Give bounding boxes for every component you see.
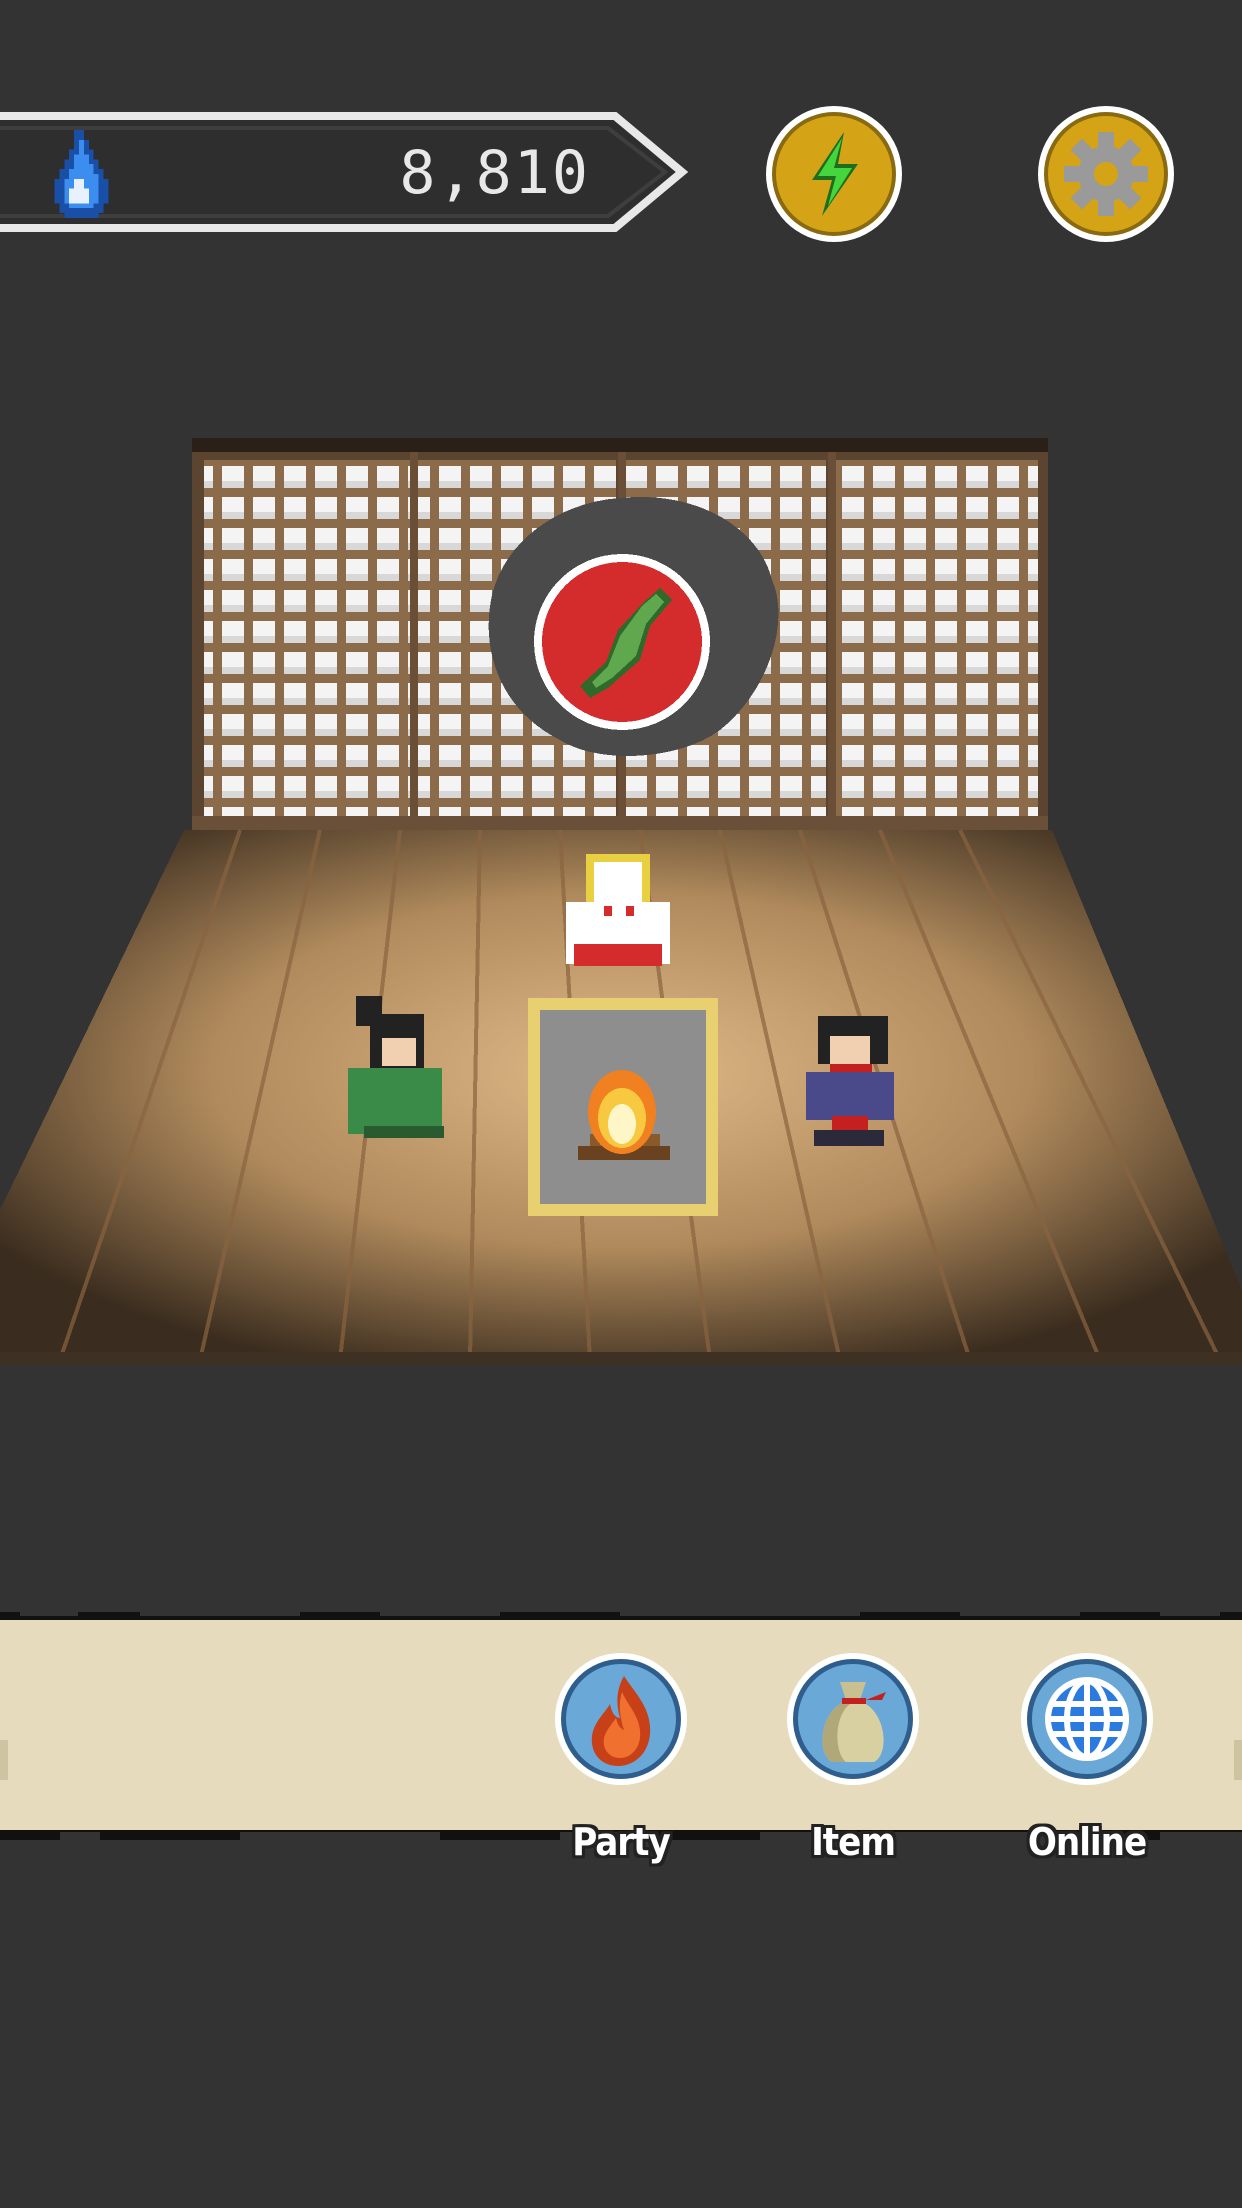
currency-value: 8,810	[399, 138, 590, 208]
item-button[interactable]: Item	[778, 1652, 928, 1864]
globe-icon	[1045, 1677, 1129, 1761]
item-label: Item	[811, 1820, 896, 1864]
online-label: Online	[1027, 1820, 1147, 1864]
settings-button[interactable]	[1036, 104, 1176, 244]
currency-bar: 8,810	[0, 108, 700, 236]
party-label: Party	[572, 1820, 671, 1864]
party-button[interactable]: Party	[546, 1652, 696, 1864]
energy-button[interactable]	[764, 104, 904, 244]
gear-icon	[1064, 132, 1148, 216]
online-button[interactable]: Online	[1012, 1652, 1162, 1864]
dojo-scene	[0, 430, 1242, 1365]
